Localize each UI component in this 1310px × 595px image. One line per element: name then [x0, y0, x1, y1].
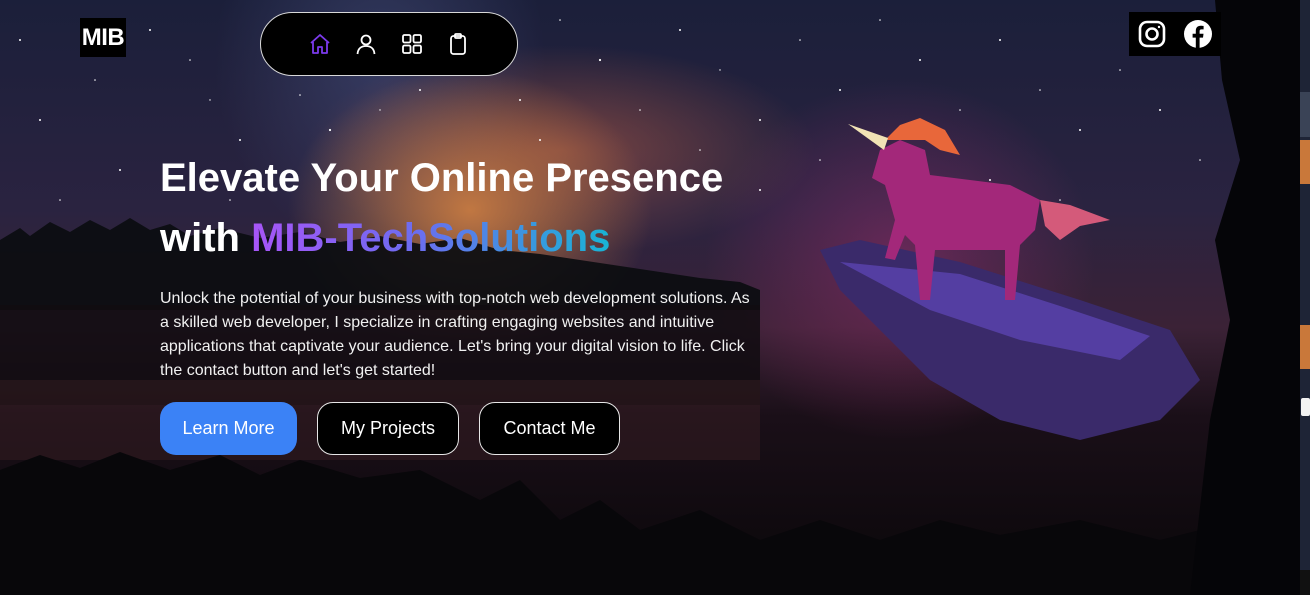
brand-name: MIB-TechSolutions: [251, 216, 611, 260]
hero-description: Unlock the potential of your business wi…: [160, 290, 750, 379]
user-icon: [356, 34, 376, 55]
home-icon: [310, 34, 330, 54]
grid-icon: [402, 34, 422, 54]
hero-headline: Elevate Your Online Presence with MIB-Tec…: [160, 148, 780, 268]
nav-contact[interactable]: [445, 31, 471, 57]
headline-prefix: with: [160, 216, 240, 260]
nav-about[interactable]: [353, 31, 379, 57]
instagram-link[interactable]: [1136, 18, 1168, 50]
headline-line-1: Elevate Your Online Presence: [160, 156, 724, 200]
instagram-icon: [1138, 20, 1166, 48]
hero-section: MIB Elevate Your Online Presence with MI…: [0, 0, 1300, 595]
social-links: [1129, 12, 1221, 56]
nav-projects[interactable]: [399, 31, 425, 57]
my-projects-button[interactable]: My Projects: [317, 402, 459, 455]
site-logo[interactable]: MIB: [80, 18, 126, 57]
clipboard-icon: [450, 33, 466, 55]
top-navigation: [260, 12, 518, 76]
facebook-icon: [1184, 20, 1212, 48]
adjacent-window-strip: [1300, 0, 1310, 595]
contact-me-button[interactable]: Contact Me: [479, 402, 620, 455]
learn-more-button[interactable]: Learn More: [160, 402, 297, 455]
facebook-link[interactable]: [1182, 18, 1214, 50]
scroll-arrow[interactable]: [1301, 398, 1310, 416]
nav-home[interactable]: [307, 31, 333, 57]
